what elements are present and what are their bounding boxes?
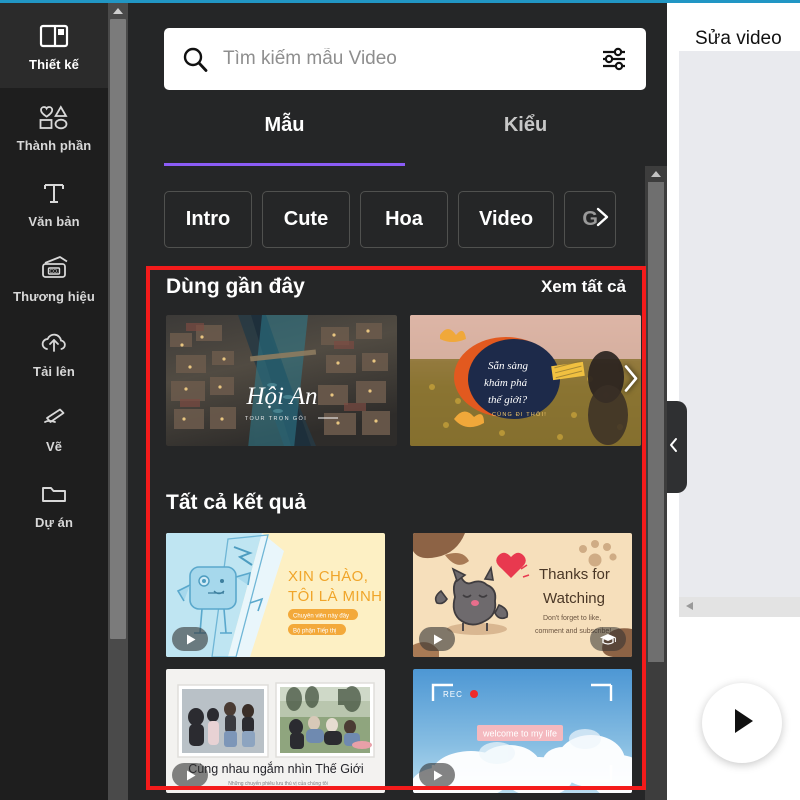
result-template-thanks-for-watching[interactable]: Thanks for Watching Don't forget to like… <box>413 533 632 657</box>
tab-label: Kiểu <box>503 114 548 136</box>
svg-text:Hội An: Hội An <box>245 383 317 410</box>
svg-text:Thanks for: Thanks for <box>539 566 610 583</box>
svg-text:REC: REC <box>443 690 463 699</box>
graduation-cap-icon[interactable] <box>590 627 626 651</box>
caret-up-icon[interactable] <box>108 3 128 19</box>
sidebar-item-du-an[interactable]: Dự án <box>0 465 108 540</box>
chevron-right-icon[interactable] <box>593 202 613 238</box>
svg-text:XIN CHÀO,: XIN CHÀO, <box>288 568 368 585</box>
chip-g-partial[interactable]: G <box>564 191 617 248</box>
play-icon[interactable] <box>419 627 455 651</box>
chip-intro[interactable]: Intro <box>164 191 252 248</box>
templates-panel: Mẫu Kiểu Intro Cute Hoa Video G Dùng gần… <box>128 3 667 800</box>
chip-label: Video <box>479 208 534 230</box>
search-bar[interactable] <box>164 28 646 90</box>
folder-icon <box>39 479 69 509</box>
caret-up-icon[interactable] <box>645 166 667 182</box>
svg-text:Cùng nhau ngắm nhìn Thế Giới: Cùng nhau ngắm nhìn Thế Giới <box>188 761 363 776</box>
svg-text:welcome to my life: welcome to my life <box>482 729 557 739</box>
sidebar-scrollbar-thumb[interactable] <box>110 19 126 639</box>
top-accent-bar <box>0 0 800 3</box>
sidebar-item-label: Văn bản <box>28 213 80 229</box>
sidebar-item-label: Thành phần <box>16 138 92 154</box>
editor-title: Sửa video <box>695 28 782 49</box>
search-icon[interactable] <box>182 46 209 73</box>
result-template-cung-nhau-ngam-nhin[interactable]: Cùng nhau ngắm nhìn Thế Giới Những chuyế… <box>166 669 385 793</box>
sidebar-item-ve[interactable]: Vẽ <box>0 389 108 464</box>
svg-text:khám phá: khám phá <box>484 377 528 389</box>
canva-editor-screen: Thiết kế Thành phần Văn bản CO. Thương h… <box>0 0 800 800</box>
pen-draw-icon <box>39 403 69 433</box>
panel-scrollbar-thumb[interactable] <box>648 182 664 662</box>
sidebar-item-label: Vẽ <box>45 439 63 455</box>
play-triangle-icon <box>727 705 757 742</box>
svg-text:CO.: CO. <box>50 269 59 275</box>
chevron-left-icon <box>668 436 680 459</box>
svg-text:CÙNG ĐI THÔI!: CÙNG ĐI THÔI! <box>492 411 547 418</box>
recent-section: Dùng gần đây Xem tất cả Hội An TOUR TRỌN… <box>146 275 646 446</box>
svg-text:Chuyên viên này đây: Chuyên viên này đây <box>293 614 349 620</box>
triangle-left-icon[interactable] <box>685 598 695 616</box>
sidebar-item-thanh-phan[interactable]: Thành phần <box>0 88 108 163</box>
tab-label: Mẫu <box>264 114 305 136</box>
svg-text:TÔI LÀ MINH: TÔI LÀ MINH <box>288 588 382 605</box>
panel-scrollbar[interactable] <box>645 166 667 800</box>
recent-header: Dùng gần đây Xem tất cả <box>146 275 646 299</box>
collapse-panel-button[interactable] <box>667 401 687 493</box>
brand-card-icon: CO. <box>38 253 70 283</box>
svg-text:Sẵn sàng: Sẵn sàng <box>488 360 529 372</box>
chip-cute[interactable]: Cute <box>262 191 350 248</box>
editor-ruler <box>679 597 800 617</box>
editor-canvas[interactable] <box>679 51 800 597</box>
play-video-button[interactable] <box>702 683 782 763</box>
svg-text:TOUR TRỌN GÓI: TOUR TRỌN GÓI <box>245 415 307 422</box>
recent-template-san-sang-kham-pha[interactable]: Sẵn sàng khám phá thế giới? CÙNG ĐI THÔI… <box>410 315 641 446</box>
recent-next-arrow-icon[interactable] <box>619 357 641 404</box>
text-t-icon <box>41 178 67 208</box>
see-all-link[interactable]: Xem tất cả <box>541 277 626 297</box>
recent-template-hoi-an[interactable]: Hội An TOUR TRỌN GÓI <box>166 315 397 446</box>
sliders-filter-icon[interactable] <box>600 46 628 72</box>
section-title: Tất cả kết quả <box>166 491 307 514</box>
left-sidebar: Thiết kế Thành phần Văn bản CO. Thương h… <box>0 3 108 800</box>
chip-label: Intro <box>185 208 231 230</box>
result-template-xin-chao[interactable]: XIN CHÀO, TÔI LÀ MINH Chuyên viên này đâ… <box>166 533 385 657</box>
svg-text:Watching: Watching <box>543 590 605 607</box>
section-title: Dùng gần đây <box>166 275 305 298</box>
sidebar-item-thuong-hieu[interactable]: CO. Thương hiệu <box>0 239 108 314</box>
panel-tabs: Mẫu Kiểu <box>164 108 646 166</box>
results-grid: XIN CHÀO, TÔI LÀ MINH Chuyên viên này đâ… <box>146 533 646 793</box>
svg-text:Don't forget to like,: Don't forget to like, <box>543 615 601 622</box>
sidebar-item-label: Dự án <box>34 514 74 530</box>
tab-kieu[interactable]: Kiểu <box>405 108 646 166</box>
sidebar-scrollbar[interactable] <box>108 3 128 800</box>
search-input[interactable] <box>209 48 600 70</box>
sidebar-item-label: Thiết kế <box>29 57 79 72</box>
result-template-welcome-to-my-life[interactable]: REC welcome to my life <box>413 669 632 793</box>
sidebar-item-label: Thương hiệu <box>13 288 95 304</box>
sidebar-item-van-ban[interactable]: Văn bản <box>0 164 108 239</box>
chip-label: Hoa <box>385 208 423 230</box>
sidebar-item-thiet-ke[interactable]: Thiết kế <box>0 3 108 89</box>
chip-label: Cute <box>283 208 329 230</box>
sidebar-item-label: Tải lên <box>33 364 75 380</box>
svg-text:Những chuyến phiêu lưu thú vị: Những chuyến phiêu lưu thú vị của chúng … <box>228 780 328 787</box>
chip-hoa[interactable]: Hoa <box>360 191 448 248</box>
category-chips: Intro Cute Hoa Video G <box>164 191 666 249</box>
play-icon[interactable] <box>419 763 455 787</box>
tab-mau[interactable]: Mẫu <box>164 108 405 166</box>
layout-icon <box>39 21 69 51</box>
editor-area: Sửa video <box>667 3 800 800</box>
chip-video[interactable]: Video <box>458 191 555 248</box>
sidebar-item-tai-len[interactable]: Tải lên <box>0 314 108 389</box>
results-header: Tất cả kết quả <box>146 491 646 515</box>
svg-text:thế giới?: thế giới? <box>488 394 528 406</box>
play-icon[interactable] <box>172 627 208 651</box>
upload-cloud-icon <box>38 328 70 358</box>
results-section: Tất cả kết quả XIN CHÀO, TÔI LÀ MINH Chu… <box>146 491 646 793</box>
svg-text:Bộ phận Tiếp thị: Bộ phận Tiếp thị <box>293 629 336 635</box>
recent-grid: Hội An TOUR TRỌN GÓI Sẵn sàng khám phá t… <box>146 315 646 446</box>
play-icon[interactable] <box>172 763 208 787</box>
shapes-icon <box>37 102 71 132</box>
